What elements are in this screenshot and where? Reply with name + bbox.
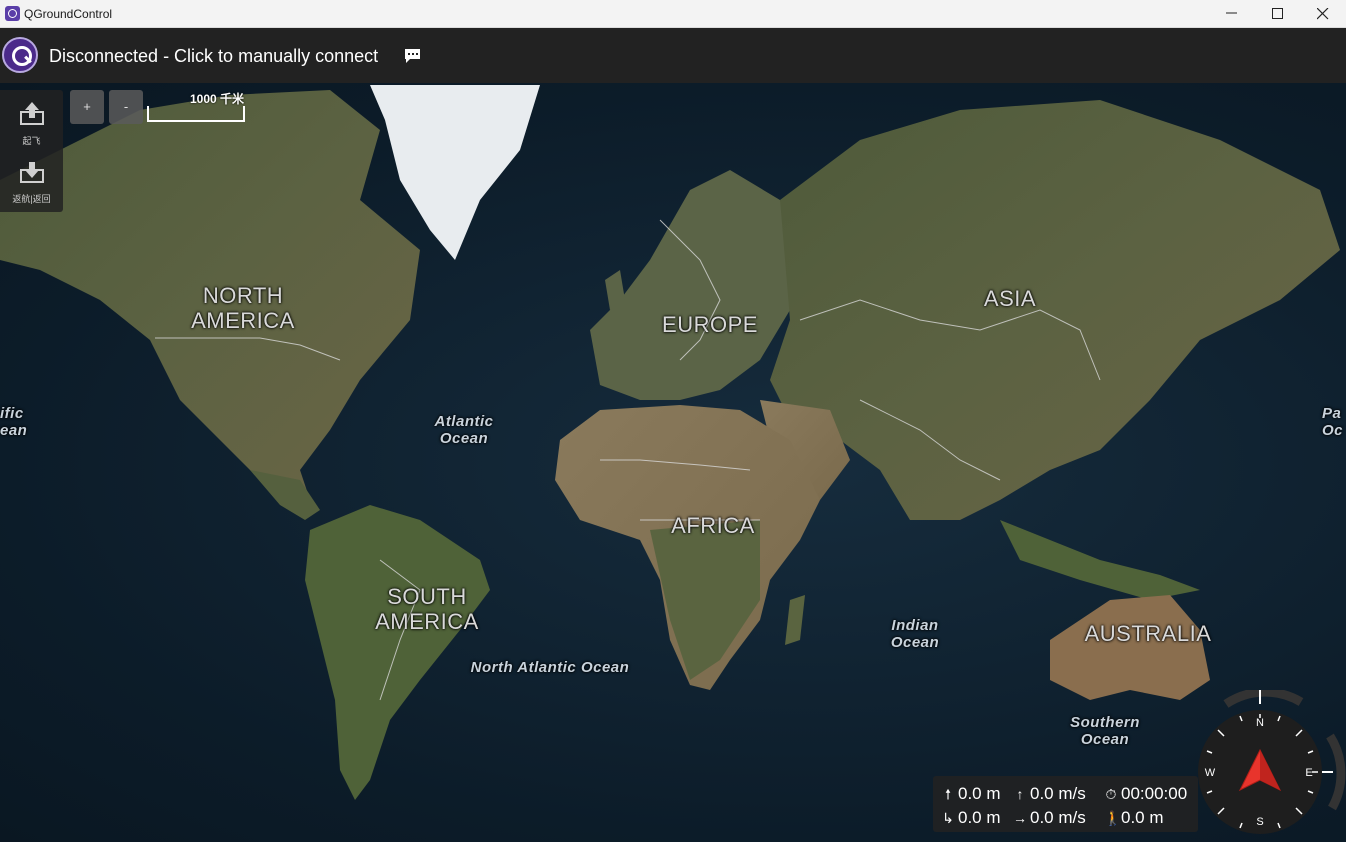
maximize-button[interactable] bbox=[1255, 0, 1301, 28]
map-scale-bar bbox=[147, 106, 245, 122]
vertical-speed-readout: ↑ 0.0 m/s bbox=[1013, 784, 1086, 804]
label-australia: AUSTRALIA bbox=[1084, 621, 1212, 646]
compass-s-label: S bbox=[1256, 816, 1263, 828]
minimize-button[interactable] bbox=[1209, 0, 1255, 28]
minimize-icon bbox=[1226, 12, 1237, 14]
flight-time-value: 00:00:00 bbox=[1121, 784, 1188, 803]
qgc-logo-button[interactable] bbox=[2, 37, 38, 73]
distance-readout: ↳ 0.0 m bbox=[941, 808, 1001, 828]
window-title: QGroundControl bbox=[24, 7, 113, 21]
label-indian-ocean: Indian Ocean bbox=[890, 617, 940, 651]
map-scale-label: 1000 千米 bbox=[190, 92, 245, 106]
home-distance-value: 0.0 m bbox=[1121, 808, 1164, 827]
zoom-out-button[interactable]: - bbox=[109, 90, 143, 124]
vertical-speed-icon: ↑ bbox=[1016, 786, 1024, 802]
compass-n-label: N bbox=[1256, 717, 1264, 729]
vertical-speed-value: 0.0 m/s bbox=[1030, 784, 1086, 803]
takeoff-button[interactable]: 起飞 bbox=[0, 90, 63, 148]
connection-status[interactable]: Disconnected - Click to manually connect bbox=[49, 46, 378, 67]
stopwatch-icon: ⏱ bbox=[1105, 786, 1117, 802]
label-north-america: NORTH AMERICA bbox=[191, 283, 295, 333]
maximize-icon bbox=[1272, 8, 1283, 19]
main-toolbar: Disconnected - Click to manually connect bbox=[0, 28, 1346, 83]
return-button[interactable]: 返航|返回 bbox=[0, 148, 63, 206]
compass-e-label: E bbox=[1305, 767, 1312, 779]
close-button[interactable] bbox=[1300, 0, 1346, 28]
return-label: 返航|返回 bbox=[12, 194, 51, 204]
label-atlantic-ocean: Atlantic Ocean bbox=[434, 413, 494, 447]
label-south-america: SOUTH AMERICA bbox=[375, 584, 479, 634]
telemetry-panel: 🠕 0.0 m ↑ 0.0 m/s ⏱ 00:00:00 ↳ 0.0 m → 0.0 m/… bbox=[933, 776, 1198, 832]
map-view[interactable]: NORTH AMERICA SOUTH AMERICA EUROPE ASIA … bbox=[0, 83, 1346, 842]
altitude-icon: 🠕 bbox=[944, 786, 951, 802]
label-north-atlantic-ocean: North Atlantic Ocean bbox=[470, 659, 630, 676]
takeoff-label: 起飞 bbox=[22, 136, 41, 146]
ground-speed-value: 0.0 m/s bbox=[1030, 808, 1086, 827]
distance-value: 0.0 m bbox=[958, 808, 1001, 827]
ground-speed-icon: → bbox=[1013, 810, 1027, 826]
app-icon bbox=[5, 6, 20, 21]
label-pacific-ocean-left: ific ean bbox=[0, 405, 28, 439]
distance-icon: ↳ bbox=[942, 810, 954, 826]
person-icon: 🚶 bbox=[1104, 810, 1122, 826]
compass-outer-arc-top bbox=[1223, 690, 1304, 708]
tool-strip: 起飞 返航|返回 bbox=[0, 90, 63, 212]
compass-widget: N E S W bbox=[1198, 690, 1346, 834]
return-icon bbox=[20, 162, 44, 183]
ground-speed-readout: → 0.0 m/s bbox=[1013, 808, 1086, 828]
chat-bubble-icon[interactable] bbox=[404, 48, 421, 64]
takeoff-icon bbox=[20, 102, 44, 125]
home-distance-readout: 🚶0.0 m bbox=[1104, 808, 1164, 828]
altitude-value: 0.0 m bbox=[958, 784, 1001, 803]
label-southern-ocean: Southern Ocean bbox=[1070, 714, 1140, 748]
flight-time-readout: ⏱ 00:00:00 bbox=[1104, 784, 1188, 804]
compass-w-label: W bbox=[1205, 767, 1216, 779]
window-title-bar: QGroundControl bbox=[0, 0, 1346, 28]
zoom-in-button[interactable]: + bbox=[70, 90, 104, 124]
label-asia: ASIA bbox=[983, 286, 1037, 311]
label-africa: AFRICA bbox=[671, 513, 755, 538]
close-icon bbox=[1317, 8, 1329, 20]
altitude-readout: 🠕 0.0 m bbox=[941, 784, 1001, 808]
label-pacific-ocean-right: Pa Oc bbox=[1322, 405, 1344, 439]
label-europe: EUROPE bbox=[662, 312, 758, 337]
